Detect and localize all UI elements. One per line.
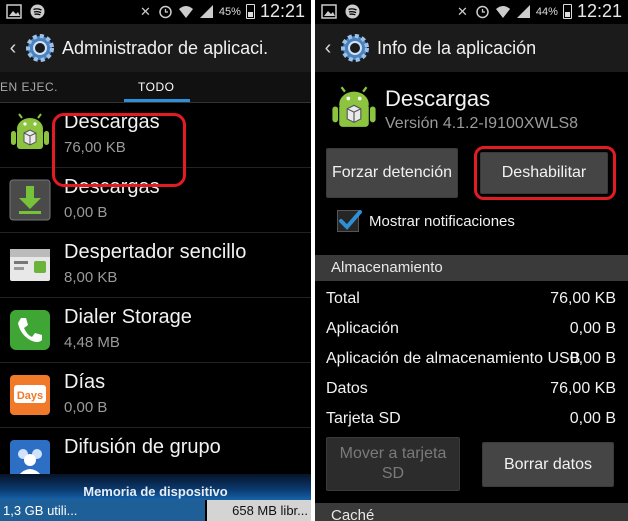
app-name: Dialer Storage	[64, 306, 192, 328]
status-bar: ✕ 45% 12:21	[0, 0, 311, 24]
notifications-checkbox[interactable]	[337, 210, 362, 232]
storage-section-header: Almacenamiento	[315, 255, 628, 281]
checkmark-icon	[339, 210, 362, 230]
image-notification-icon	[6, 4, 22, 19]
list-item[interactable]: Dialer Storage 4,48 MB	[0, 298, 311, 363]
wifi-icon	[495, 6, 510, 18]
alarm-icon	[476, 5, 489, 19]
back-chevron-icon[interactable]: ‹	[321, 37, 335, 60]
settings-gear-icon[interactable]	[24, 32, 56, 64]
storage-row-value: 0,00 B	[569, 320, 616, 337]
mute-icon: ✕	[139, 4, 151, 19]
battery-icon	[245, 4, 255, 19]
highlight-oval	[52, 113, 186, 187]
action-bar: ‹ Info de la aplicación	[315, 24, 628, 72]
notifications-label: Mostrar notificaciones	[369, 213, 515, 230]
spotify-icon	[30, 4, 45, 19]
page-title: Info de la aplicación	[377, 37, 537, 58]
clock: 12:21	[259, 1, 305, 21]
phone-icon	[10, 310, 50, 350]
storage-row: Tarjeta SD 0,00 B	[326, 405, 616, 435]
app-size: 0,00 B	[64, 204, 108, 221]
storage-row-value: 0,00 B	[569, 350, 616, 367]
app-size: 4,48 MB	[64, 334, 120, 351]
storage-row-label: Aplicación	[326, 320, 399, 337]
spotify-icon	[345, 4, 360, 19]
highlight-oval	[474, 146, 616, 200]
app-name: Despertador sencillo	[64, 241, 247, 263]
mute-icon: ✕	[456, 4, 468, 19]
page-title: Administrador de aplicaci.	[62, 37, 269, 58]
storage-used: 1,3 GB utili...	[0, 500, 205, 521]
app-manager-screen: ✕ 45% 12:21 ‹ Administrador de aplicaci.…	[0, 0, 311, 521]
action-bar: ‹ Administrador de aplicaci.	[0, 24, 311, 72]
battery-icon	[562, 4, 572, 19]
settings-gear-icon[interactable]	[339, 32, 371, 64]
app-name: Descargas	[385, 86, 491, 111]
storage-row-label: Aplicación de almacenamiento USB	[326, 350, 581, 367]
list-item[interactable]: Despertador sencillo 8,00 KB	[0, 233, 311, 298]
tab-indicator	[124, 99, 190, 102]
battery-percent: 44%	[535, 5, 558, 18]
list-item[interactable]: Days Días 0,00 B	[0, 363, 311, 428]
alarm-icon	[159, 5, 172, 19]
storage-row-label: Total	[326, 290, 360, 307]
storage-row: Aplicación de almacenamiento USB 0,00 B	[326, 345, 616, 375]
storage-row-value: 76,00 KB	[550, 290, 616, 307]
tab-all[interactable]: TODO	[138, 80, 174, 94]
storage-row-value: 76,00 KB	[550, 380, 616, 397]
status-bar: ✕ 44% 12:21	[315, 0, 628, 24]
svg-text:Days: Days	[17, 390, 43, 402]
move-to-sd-button[interactable]: Mover a tarjeta SD	[326, 437, 460, 491]
android-box-icon	[332, 86, 376, 127]
app-info-screen: ✕ 44% 12:21 ‹ Info de la aplicación Desc…	[315, 0, 628, 521]
battery-percent: 45%	[218, 5, 241, 18]
storage-row-label: Datos	[326, 380, 368, 397]
download-arrow-icon	[9, 179, 51, 221]
tab-bar: EN EJEC. TODO	[0, 72, 311, 103]
signal-icon	[199, 5, 213, 18]
storage-row: Total 76,00 KB	[326, 285, 616, 315]
android-box-icon	[11, 113, 49, 149]
storage-row-label: Tarjeta SD	[326, 410, 401, 427]
alarm-widget-icon	[10, 249, 50, 281]
app-size: 8,00 KB	[64, 269, 118, 286]
wifi-icon	[178, 6, 193, 18]
app-name: Difusión de grupo	[64, 436, 221, 458]
storage-label: Memoria de dispositivo	[83, 484, 228, 499]
storage-row-value: 0,00 B	[569, 410, 616, 427]
back-chevron-icon[interactable]: ‹	[6, 37, 20, 60]
clock: 12:21	[576, 1, 622, 21]
storage-free: 658 MB libr...	[207, 500, 311, 521]
cache-section-header: Caché	[315, 503, 628, 521]
days-icon: Days	[10, 375, 50, 415]
storage-row: Datos 76,00 KB	[326, 375, 616, 405]
image-notification-icon	[321, 4, 337, 19]
app-version: Versión 4.1.2-I9100XWLS8	[385, 115, 579, 132]
tab-running[interactable]: EN EJEC.	[0, 80, 58, 94]
storage-row: Aplicación 0,00 B	[326, 315, 616, 345]
app-name: Días	[64, 371, 106, 393]
storage-bar: Memoria de dispositivo 1,3 GB utili... 6…	[0, 474, 311, 521]
force-stop-button[interactable]: Forzar detención	[326, 148, 458, 198]
signal-icon	[516, 5, 530, 18]
app-size: 0,00 B	[64, 399, 108, 416]
clear-data-button[interactable]: Borrar datos	[482, 442, 614, 487]
